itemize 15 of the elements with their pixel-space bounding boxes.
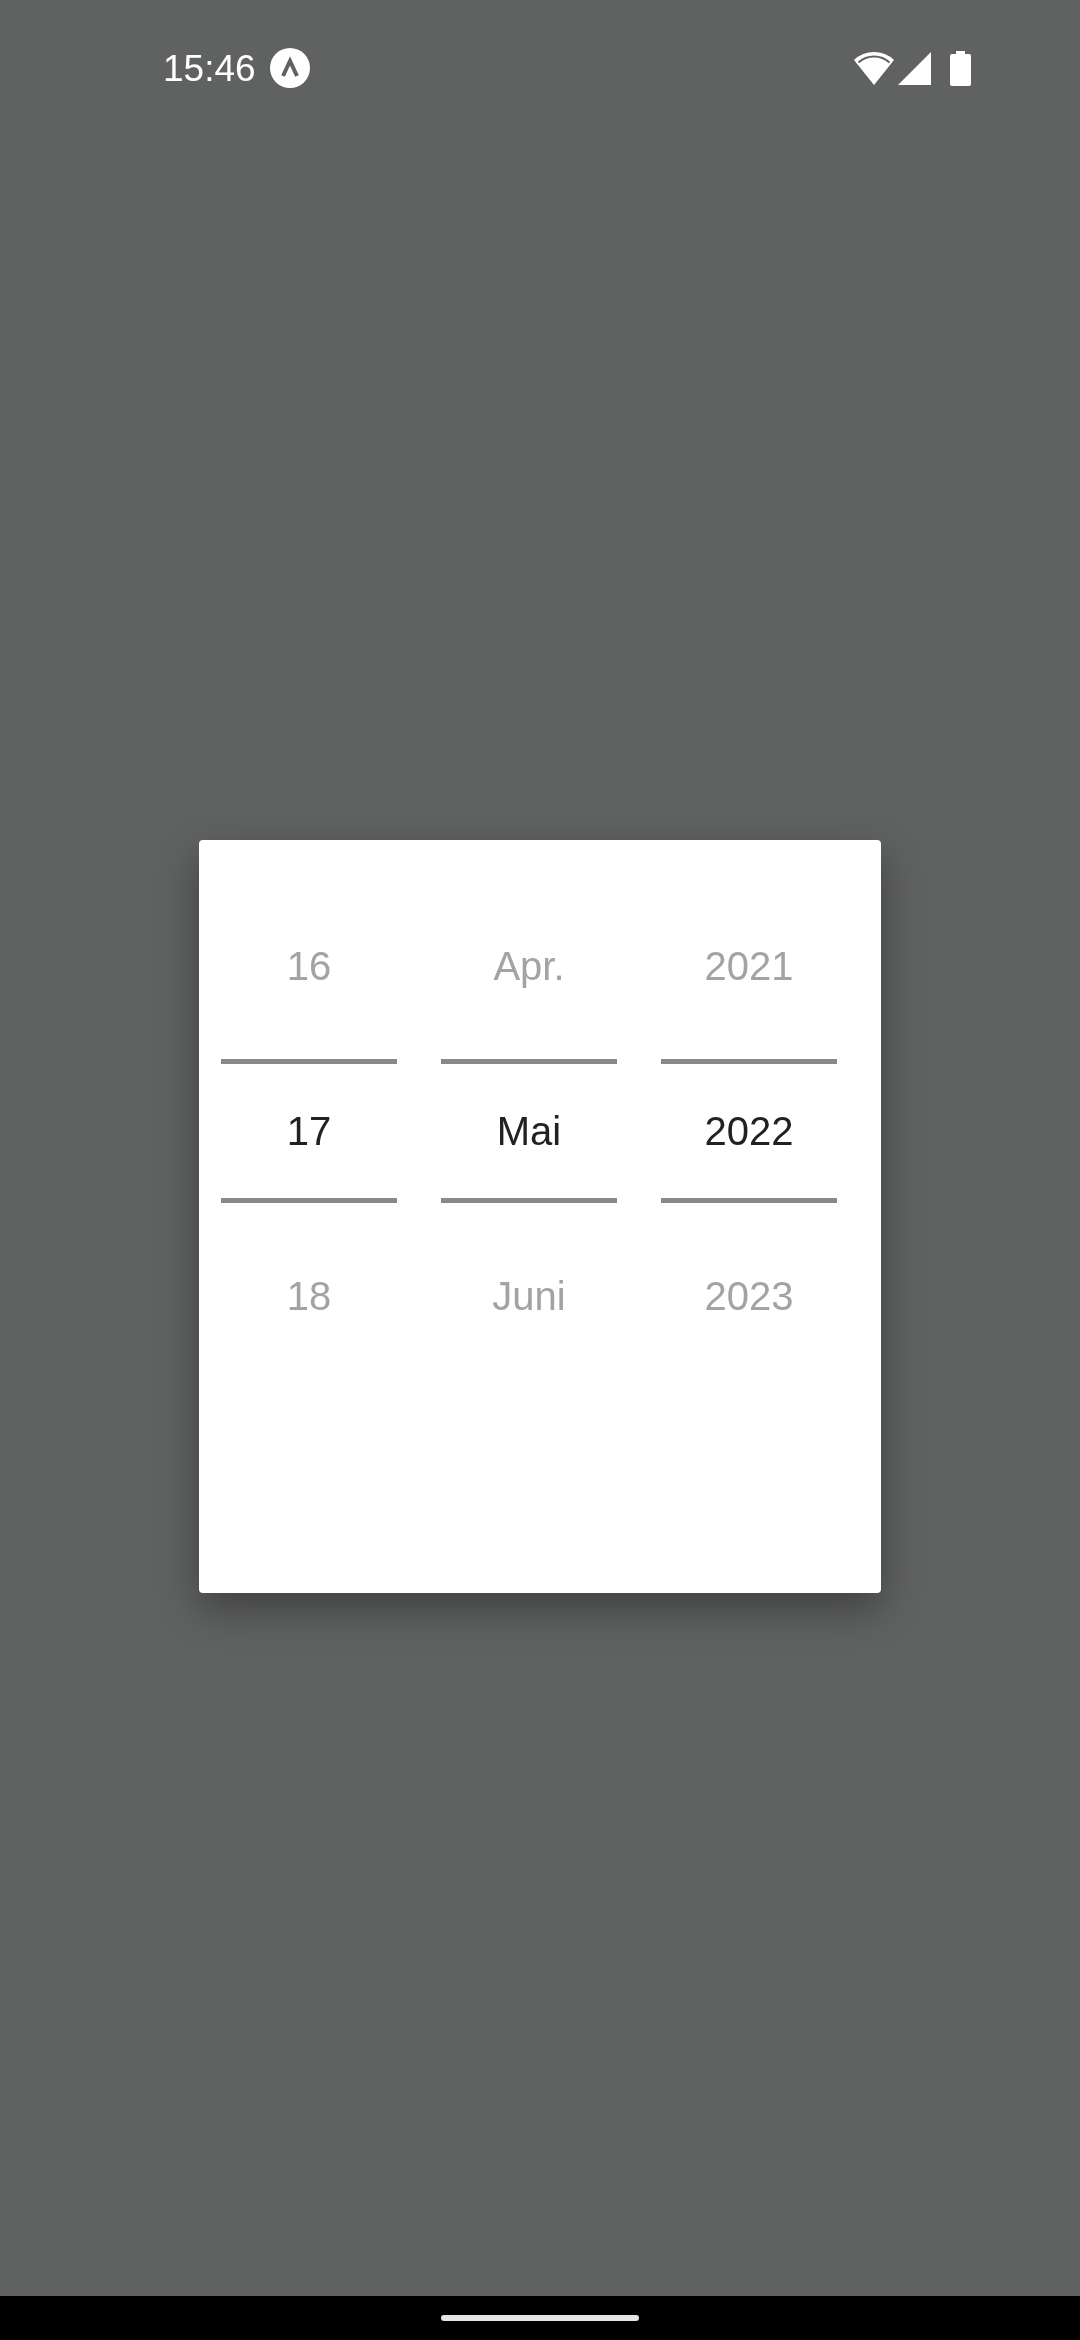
picker-item[interactable]: 2021	[661, 873, 837, 1059]
picker-item[interactable]: Mai	[441, 1059, 617, 1203]
picker-item[interactable]: 2023	[661, 1203, 837, 1389]
picker-item[interactable]: 2022	[661, 1059, 837, 1203]
picker-item[interactable]: 16	[221, 873, 397, 1059]
home-handle[interactable]	[441, 2315, 639, 2321]
picker-item[interactable]: 17	[221, 1059, 397, 1203]
battery-icon	[950, 50, 971, 86]
signal-icon	[898, 51, 931, 85]
wifi-icon	[854, 51, 894, 85]
status-time: 15:46	[163, 49, 256, 87]
picker-item[interactable]: Juni	[441, 1203, 617, 1389]
caret-circle-icon	[269, 48, 310, 88]
picker-item[interactable]: 18	[221, 1203, 397, 1389]
picker-item[interactable]: Apr.	[441, 873, 617, 1059]
